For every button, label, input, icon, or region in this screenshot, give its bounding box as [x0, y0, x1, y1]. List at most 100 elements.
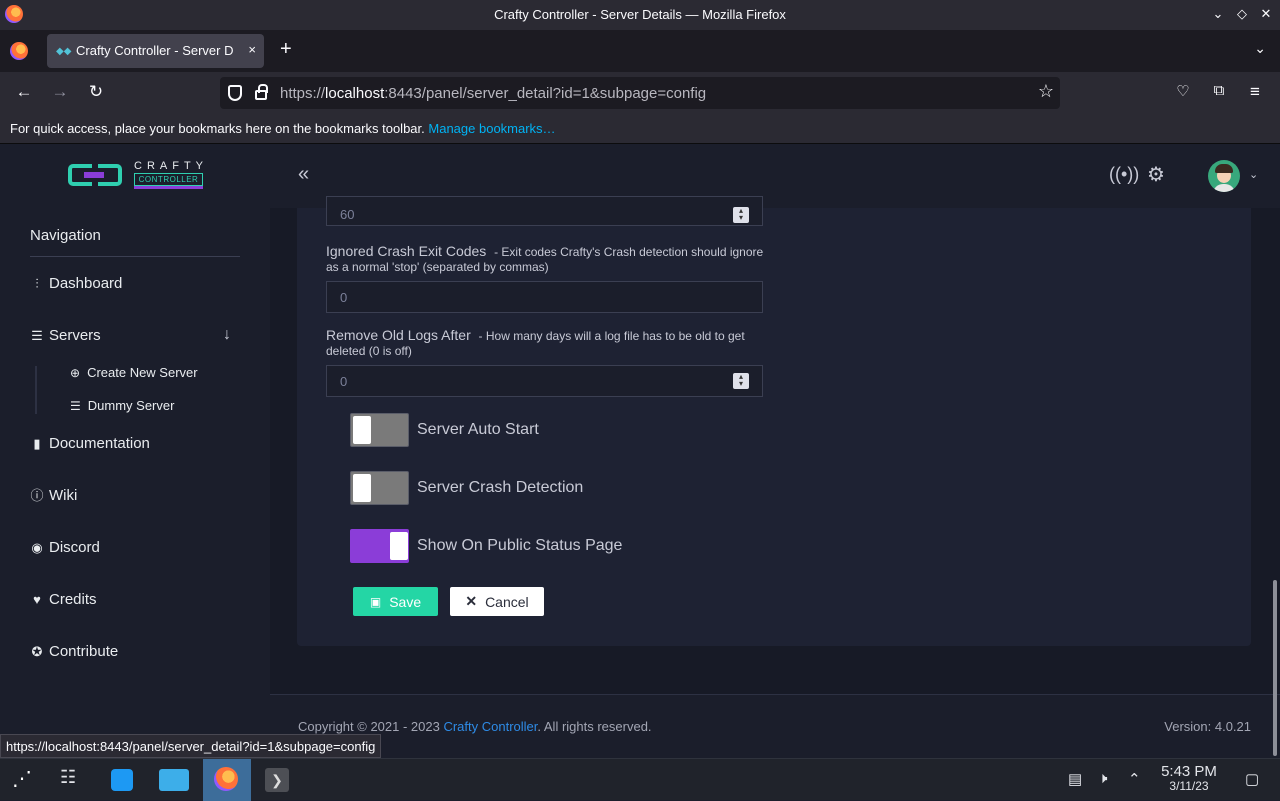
window-title: Crafty Controller - Server Details — Moz…	[494, 7, 786, 22]
spinner-icon[interactable]: ▴ ▾	[733, 373, 749, 389]
top-number-input[interactable]: 60 ▴ ▾	[326, 196, 763, 226]
close-icon: ✕	[465, 593, 478, 609]
sitemap-icon: ⫶	[35, 275, 39, 291]
url-bar[interactable]: https://localhost:8443/panel/server_deta…	[220, 77, 1060, 109]
divider	[30, 256, 240, 257]
arrow-down-icon[interactable]: ↓	[223, 326, 231, 344]
old-logs-input[interactable]: 0 ▴ ▾	[326, 365, 763, 397]
sidebar-subitem-create-server[interactable]: ⊕ Create New Server	[70, 365, 198, 380]
chevron-up-icon[interactable]: ⌃	[1128, 770, 1141, 788]
sidebar-item-label: Dashboard	[49, 275, 123, 292]
sidebar-item-label: Contribute	[49, 643, 119, 660]
main-content: 60 ▴ ▾ Ignored Crash Exit Codes - Exit co…	[270, 196, 1280, 758]
spinner-icon[interactable]: ▴ ▾	[733, 207, 749, 223]
new-tab-button[interactable]: +	[280, 38, 292, 61]
crafty-logo-mark-icon	[68, 162, 124, 188]
minimize-icon[interactable]: ⌄	[1210, 6, 1226, 22]
submenu-rail	[35, 366, 37, 414]
list-all-tabs-icon[interactable]: ⌄	[1254, 40, 1266, 57]
save-button[interactable]: ▣ Save	[353, 587, 438, 616]
url-text[interactable]: https://localhost:8443/panel/server_deta…	[280, 85, 706, 102]
chevron-down-icon[interactable]: ⌄	[1249, 168, 1258, 181]
crafty-controller-link[interactable]: Crafty Controller	[443, 719, 537, 734]
clock-time: 5:43 PM	[1161, 763, 1217, 780]
cancel-button[interactable]: ✕ Cancel	[450, 587, 544, 616]
tab-label: Crafty Controller - Server Details	[76, 43, 234, 58]
sidebar-item-servers[interactable]: ☰ Servers	[30, 327, 101, 344]
crafty-favicon-icon: ◆◆	[56, 46, 72, 57]
file-manager-icon[interactable]	[152, 759, 196, 801]
close-window-icon[interactable]: ✕	[1258, 6, 1274, 22]
sidebar: Navigation ⫶ Dashboard ☰ Servers ↓ ⊕ Cre…	[0, 208, 270, 758]
page-footer: Copyright © 2021 - 2023 Crafty Controlle…	[270, 694, 1280, 758]
tracking-shield-icon[interactable]	[228, 85, 242, 101]
discover-store-icon[interactable]	[100, 759, 144, 801]
toggle-label: Server Crash Detection	[417, 479, 584, 496]
navigation-heading: Navigation	[30, 227, 101, 244]
sidebar-item-contribute[interactable]: ✪ Contribute	[30, 643, 119, 660]
toggle-switch[interactable]	[350, 471, 409, 505]
system-settings-icon[interactable]: ☷	[48, 759, 92, 801]
sidebar-subitem-dummy-server[interactable]: ☰ Dummy Server	[70, 398, 174, 413]
bookmark-star-icon[interactable]: ☆	[1038, 81, 1054, 102]
server-config-card: 60 ▴ ▾ Ignored Crash Exit Codes - Exit co…	[297, 196, 1251, 646]
sidebar-collapse-icon[interactable]: «	[298, 163, 309, 186]
info-icon: ⓘ	[30, 487, 44, 503]
show-desktop-icon[interactable]: ▢	[1245, 770, 1259, 788]
window-titlebar: Crafty Controller - Server Details — Moz…	[0, 0, 1280, 30]
firefox-taskbar-icon[interactable]	[203, 759, 251, 801]
sidebar-item-documentation[interactable]: ▮ Documentation	[30, 435, 150, 452]
sidebar-item-dashboard[interactable]: ⫶ Dashboard	[30, 275, 122, 292]
terminal-icon[interactable]: ❯	[254, 759, 298, 801]
taskbar: ⋰ ☷ ❯ ▤ 🕨 ⌃ 5:43 PM 3/11/23 ▢	[0, 758, 1280, 801]
bookmarks-hint: For quick access, place your bookmarks h…	[10, 121, 556, 136]
tab-crafty[interactable]: ◆◆ Crafty Controller - Server Details ×	[47, 34, 264, 68]
extensions-icon[interactable]: ⧉	[1208, 82, 1230, 99]
clipboard-icon[interactable]: ▤	[1068, 770, 1082, 788]
clock[interactable]: 5:43 PM 3/11/23	[1158, 764, 1220, 794]
back-icon[interactable]: ←	[13, 82, 35, 102]
crash-codes-label: Ignored Crash Exit Codes - Exit codes Cr…	[326, 243, 764, 274]
manage-bookmarks-link[interactable]: Manage bookmarks…	[428, 121, 555, 136]
broadcast-tower-icon[interactable]: ((•))	[1109, 164, 1139, 185]
forward-icon[interactable]: →	[49, 82, 71, 102]
discord-icon: ◉	[31, 539, 43, 555]
crash-codes-input[interactable]: 0	[326, 281, 763, 313]
firefox-view-icon[interactable]	[10, 42, 28, 60]
volume-muted-icon[interactable]: 🕨	[1098, 770, 1107, 787]
logo-subtitle: CONTROLLER	[134, 173, 203, 186]
reload-icon[interactable]: ↻	[85, 82, 107, 102]
sidebar-item-discord[interactable]: ◉ Discord	[30, 539, 100, 556]
sidebar-item-wiki[interactable]: ⓘ Wiki	[30, 487, 77, 504]
menu-icon[interactable]: ≡	[1244, 82, 1266, 102]
avatar[interactable]	[1208, 160, 1240, 192]
floppy-icon: ▣	[369, 594, 382, 609]
server-icon: ☰	[31, 327, 43, 343]
toggle-label: Show On Public Status Page	[417, 537, 623, 554]
copyright: Copyright © 2021 - 2023 Crafty Controlle…	[298, 719, 652, 734]
page-scrollbar[interactable]	[1273, 580, 1277, 756]
gears-icon[interactable]: ⚙	[1147, 162, 1165, 187]
clock-date: 3/11/23	[1169, 779, 1209, 793]
logo-underline	[134, 186, 203, 189]
lock-icon[interactable]	[255, 84, 268, 100]
sidebar-item-label: Servers	[49, 327, 101, 344]
tab-close-icon[interactable]: ×	[248, 42, 256, 57]
toggle-switch[interactable]	[350, 529, 409, 563]
pocket-icon[interactable]: ♡	[1172, 82, 1194, 100]
sidebar-subitem-label: Dummy Server	[87, 398, 175, 413]
maximize-icon[interactable]: ◇	[1234, 6, 1250, 22]
award-icon: ✪	[31, 643, 43, 659]
server-icon: ☰	[70, 398, 81, 413]
app-launcher-icon[interactable]: ⋰	[0, 759, 44, 801]
sidebar-item-credits[interactable]: ♥ Credits	[30, 591, 96, 608]
sidebar-item-label: Wiki	[49, 487, 78, 504]
sidebar-item-label: Documentation	[49, 435, 150, 452]
toggle-switch[interactable]	[350, 413, 409, 447]
bookmarks-toolbar: For quick access, place your bookmarks h…	[0, 114, 1280, 144]
navigation-toolbar: ← → ↻ https://localhost:8443/panel/serve…	[0, 72, 1280, 114]
plus-circle-icon: ⊕	[70, 365, 81, 380]
sidebar-item-label: Discord	[49, 539, 100, 556]
book-icon: ▮	[33, 435, 41, 451]
logo-word: CRAFTY	[134, 160, 208, 172]
